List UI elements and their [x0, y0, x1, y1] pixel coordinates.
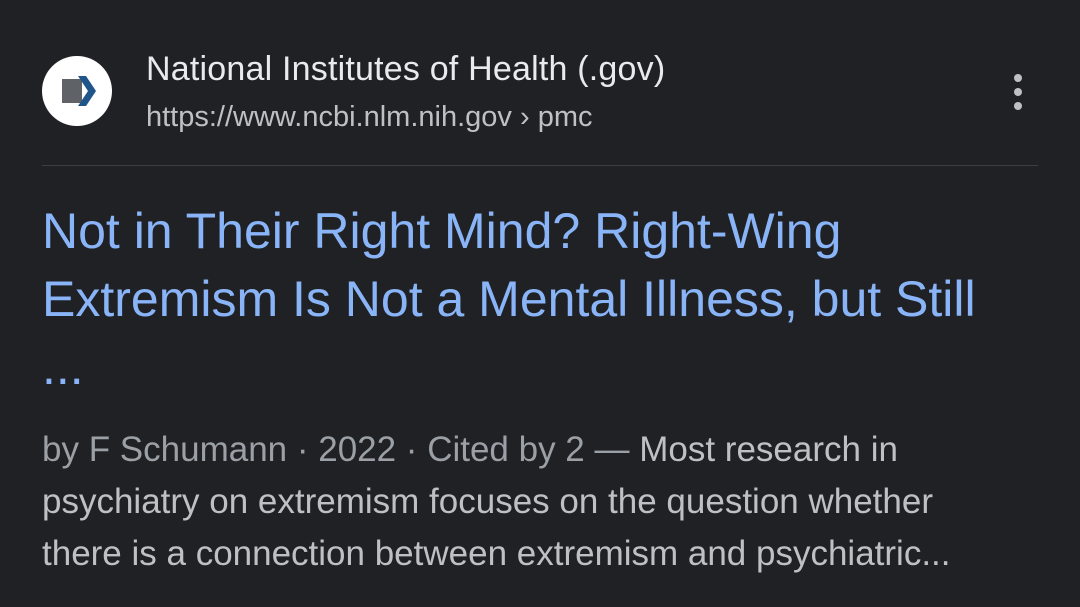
snippet-line: psychiatry on extremism focuses on the q… — [42, 482, 933, 521]
snippet-text: Most research in — [639, 430, 898, 469]
result-source[interactable]: National Institutes of Health (.gov) htt… — [42, 44, 1038, 144]
more-options-button[interactable] — [998, 68, 1038, 116]
site-name: National Institutes of Health (.gov) — [146, 50, 666, 88]
divider — [42, 165, 1038, 166]
breadcrumb-separator: › — [519, 101, 530, 133]
site-url: https://www.ncbi.nlm.nih.gov › pmc — [146, 101, 592, 134]
snippet-line: by F Schumann · 2022 · Cited by 2 — Most… — [42, 424, 1042, 476]
title-line: ... — [42, 339, 84, 395]
title-line: Not in Their Right Mind? Right-Wing — [42, 203, 842, 259]
title-line: Extremism Is Not a Mental Illness, but S… — [42, 271, 976, 327]
snippet-line: there is a connection between extremism … — [42, 534, 951, 573]
search-result-card: National Institutes of Health (.gov) htt… — [0, 0, 1080, 607]
url-text: https://www.ncbi.nlm.nih.gov — [146, 101, 512, 133]
result-meta: by F Schumann · 2022 · Cited by 2 — — [42, 430, 640, 469]
result-snippet: by F Schumann · 2022 · Cited by 2 — Most… — [42, 424, 1042, 580]
result-title-link[interactable]: Not in Their Right Mind? Right-Wing Extr… — [42, 197, 1042, 401]
ncbi-chevron-icon — [42, 56, 112, 126]
breadcrumb: pmc — [537, 101, 593, 133]
more-vert-icon — [1014, 74, 1022, 110]
